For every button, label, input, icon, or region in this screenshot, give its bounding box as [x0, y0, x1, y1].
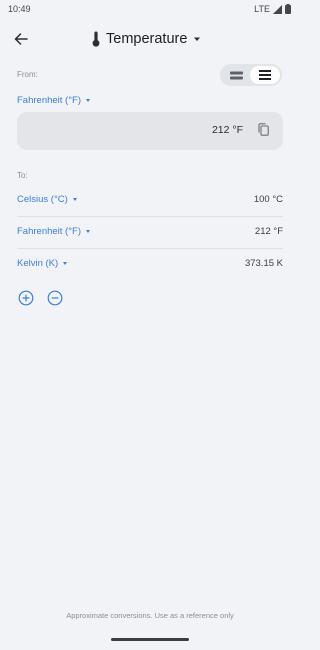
gesture-home-bar[interactable]	[111, 638, 189, 641]
to-unit-label: Celsius (°C)	[17, 194, 68, 205]
disclaimer-text: Approximate conversions. Use as a refere…	[66, 611, 234, 620]
from-unit-dropdown[interactable]: Fahrenheit (°F)	[17, 95, 90, 106]
result-value: 212 °F	[254, 226, 283, 237]
add-circle-icon	[18, 290, 34, 306]
to-unit-label: Kelvin (K)	[17, 258, 59, 269]
arrow-back-icon	[14, 33, 28, 45]
dropdown-caret-icon	[86, 230, 90, 233]
result-row: Celsius (°C) 100 °C	[17, 186, 283, 212]
to-unit-dropdown[interactable]: Kelvin (K)	[17, 258, 68, 269]
app-bar: Temperature	[0, 22, 300, 56]
signal-icon	[273, 4, 282, 14]
status-bar: 10:49 LTE	[0, 0, 300, 18]
list-view-icon	[259, 70, 272, 80]
chevron-down-icon	[194, 37, 201, 41]
to-label: To:	[17, 171, 28, 180]
status-time: 10:49	[8, 4, 31, 14]
row-divider	[17, 248, 283, 249]
result-value: 373.15 K	[244, 258, 283, 269]
result-value: 100 °C	[253, 194, 283, 205]
compact-view-toggle[interactable]	[222, 66, 250, 84]
input-value: 212 °F	[211, 124, 243, 136]
result-row: Kelvin (K) 373.15 K	[17, 250, 283, 276]
to-unit-dropdown[interactable]: Celsius (°C)	[17, 194, 77, 205]
add-unit-button[interactable]	[18, 290, 34, 306]
layout-toggle	[220, 64, 282, 86]
dropdown-caret-icon	[63, 262, 68, 265]
to-unit-dropdown[interactable]: Fahrenheit (°F)	[17, 226, 90, 237]
battery-icon	[285, 4, 291, 14]
thermometer-icon	[92, 31, 100, 47]
page-title: Temperature	[106, 31, 188, 47]
from-label: From:	[17, 70, 38, 79]
result-row: Fahrenheit (°F) 212 °F	[17, 218, 283, 244]
copy-button[interactable]	[258, 123, 272, 139]
to-unit-label: Fahrenheit (°F)	[17, 226, 81, 237]
dropdown-caret-icon	[86, 99, 90, 102]
unit-category-selector[interactable]: Temperature	[92, 28, 201, 50]
input-value-field[interactable]: 212 °F	[17, 112, 283, 150]
back-button[interactable]	[10, 28, 32, 50]
copy-icon	[258, 123, 269, 136]
dropdown-caret-icon	[72, 198, 77, 201]
status-icons: LTE	[254, 4, 291, 14]
compact-view-icon	[229, 71, 243, 79]
list-view-toggle[interactable]	[250, 66, 280, 84]
remove-unit-button[interactable]	[47, 290, 63, 306]
from-unit-label: Fahrenheit (°F)	[17, 95, 81, 106]
network-label: LTE	[254, 4, 270, 14]
row-divider	[17, 216, 283, 217]
remove-circle-icon	[47, 290, 63, 306]
